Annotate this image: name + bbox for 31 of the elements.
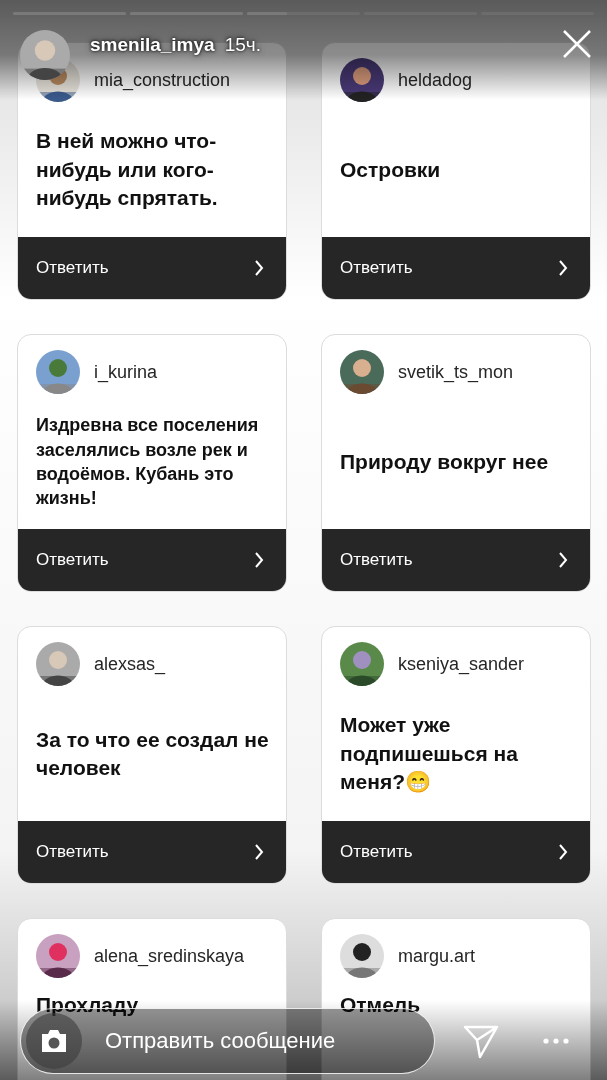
- username: heldadog: [398, 69, 473, 91]
- story-time: 15ч.: [224, 34, 261, 56]
- answer-text: Островки: [340, 156, 441, 183]
- answer-text: В ней можно что-нибудь или кого-нибудь спрятать.: [36, 128, 219, 212]
- chevron-right-icon: [558, 844, 568, 860]
- reply-button[interactable]: Ответить: [322, 237, 590, 299]
- answer-text: Природу вокруг нее: [340, 448, 549, 475]
- username: alexsas_: [94, 653, 166, 675]
- chevron-right-icon: [254, 260, 264, 276]
- chevron-right-icon: [254, 844, 264, 860]
- username: mia_construction: [94, 69, 231, 91]
- reply-button[interactable]: Ответить: [322, 529, 590, 591]
- chevron-right-icon: [558, 260, 568, 276]
- story-username[interactable]: smenila_imya: [90, 34, 215, 56]
- chevron-right-icon: [254, 552, 264, 568]
- answer-text: Издревна все поселения заселялись возле рек и водоёмов. Кубань это жизнь!: [36, 414, 260, 511]
- answer-text: Может уже подпишешься на меня?😁: [340, 712, 519, 796]
- reply-button[interactable]: Ответить: [322, 821, 590, 883]
- username: alena_sredinskaya: [94, 945, 245, 967]
- reply-button[interactable]: Ответить: [18, 821, 286, 883]
- username: kseniya_sander: [398, 653, 525, 675]
- username: i_kurina: [94, 361, 158, 383]
- username: margu.art: [398, 945, 476, 967]
- close-button[interactable]: [561, 28, 593, 60]
- reply-button[interactable]: Ответить: [18, 237, 286, 299]
- reply-button[interactable]: Ответить: [18, 529, 286, 591]
- camera-icon: [39, 1028, 69, 1054]
- answer-text: За то что ее создал не человек: [36, 726, 270, 781]
- chevron-right-icon: [558, 552, 568, 568]
- send-button[interactable]: [463, 1023, 499, 1059]
- username: svetik_ts_mon: [398, 361, 514, 383]
